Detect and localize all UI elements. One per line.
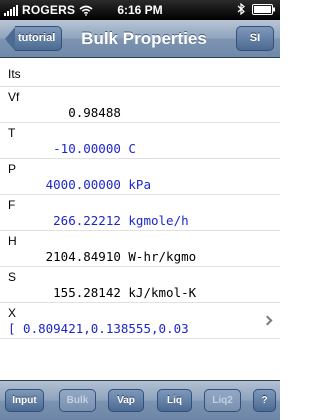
liq2-button[interactable]: Liq2 (204, 389, 241, 412)
bottom-toolbar: Input Bulk Vap Liq Liq2 ? (0, 380, 280, 420)
navigation-bar: tutorial Bulk Properties SI (0, 20, 280, 58)
property-label: P (8, 162, 17, 176)
property-label: F (8, 198, 16, 212)
property-row-h: H 2104.84910 W-hr/kgmo (0, 231, 280, 267)
property-value-input[interactable]: 4000.00000 kPa (8, 177, 268, 192)
bulk-button[interactable]: Bulk (59, 389, 96, 412)
status-right (237, 3, 276, 15)
property-value: 0.98488 (8, 105, 121, 120)
input-button[interactable]: Input (5, 389, 44, 412)
property-value: 2104.84910 W-hr/kgmo (8, 249, 197, 264)
property-label: Vf (8, 90, 20, 104)
property-label: H (8, 234, 17, 248)
property-value-input[interactable]: 266.22212 kgmole/h (8, 213, 268, 228)
property-list: Its Vf 0.98488 T -10.00000 C P 4000.0000… (0, 58, 280, 380)
property-row-x[interactable]: X [ 0.809421,0.138555,0.03 (0, 303, 280, 339)
property-label: X (8, 306, 17, 320)
property-label: S (8, 270, 17, 284)
property-label: T (8, 126, 16, 140)
liq-button[interactable]: Liq (157, 389, 192, 412)
property-row-vf: Vf 0.98488 (0, 87, 280, 123)
composition-value[interactable]: [ 0.809421,0.138555,0.03 (8, 321, 268, 336)
vap-button[interactable]: Vap (108, 389, 144, 412)
property-row-s: S 155.28142 kJ/kmol-K (0, 267, 280, 303)
units-si-button[interactable]: SI (236, 26, 274, 51)
battery-icon (252, 3, 275, 15)
property-value-input[interactable]: -10.00000 C (8, 141, 268, 156)
list-section-header: Its (0, 58, 280, 87)
property-row-t[interactable]: T -10.00000 C (0, 123, 280, 159)
help-button[interactable]: ? (253, 389, 276, 412)
property-row-f[interactable]: F 266.22212 kgmole/h (0, 195, 280, 231)
property-value: 155.28142 kJ/kmol-K (8, 285, 197, 300)
property-row-p[interactable]: P 4000.00000 kPa (0, 159, 280, 195)
bluetooth-icon (237, 3, 245, 15)
bulk-properties-screen: ROGERS 6:16 PM tutorial Bulk Properties … (0, 0, 280, 420)
status-bar: ROGERS 6:16 PM (0, 0, 280, 20)
